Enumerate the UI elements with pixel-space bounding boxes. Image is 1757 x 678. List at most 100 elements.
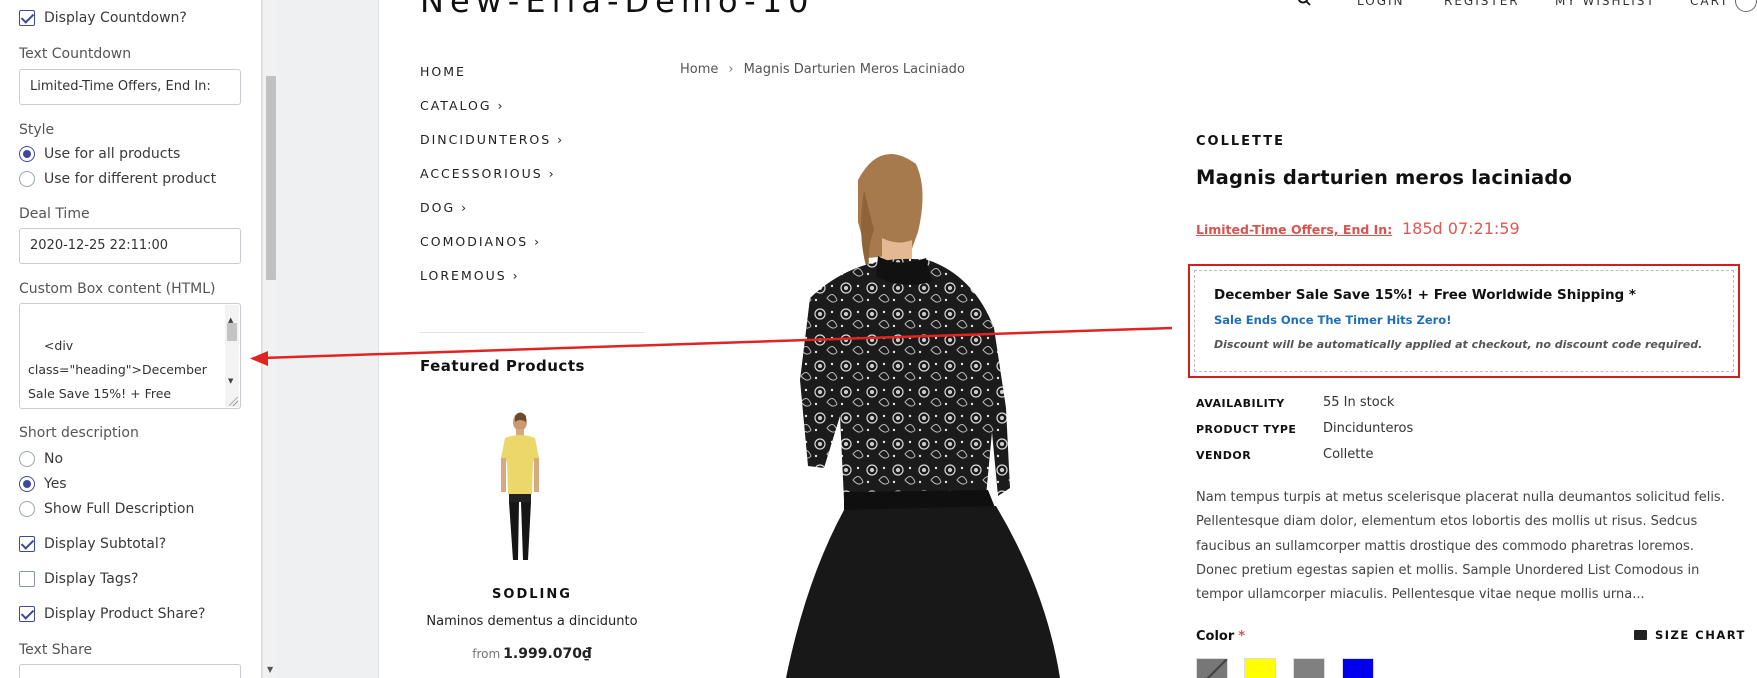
meta-key-vendor: VENDOR — [1196, 449, 1252, 462]
radio-label: No — [44, 451, 64, 467]
custom-box-textarea[interactable]: <div class="heading">December Sale Save … — [19, 303, 241, 409]
promo-heading: December Sale Save 15%! + Free Worldwide… — [1214, 287, 1636, 303]
scroll-down-icon[interactable]: ▼ — [228, 369, 233, 393]
text-countdown-input[interactable]: Limited-Time Offers, End In: — [19, 69, 241, 105]
nav-login[interactable]: LOGIN — [1357, 0, 1405, 8]
checkbox-empty-icon — [19, 571, 35, 587]
product-title: Magnis darturien meros laciniado — [1196, 166, 1573, 189]
product-short-description: Nam tempus turpis at metus scelerisque p… — [1196, 490, 1725, 603]
radio-empty-icon — [19, 451, 35, 467]
short-desc-option-yes[interactable]: Yes — [19, 476, 67, 492]
color-swatch-3[interactable] — [1293, 658, 1325, 678]
short-desc-option-full[interactable]: Show Full Description — [19, 501, 194, 517]
nav-register[interactable]: REGISTER — [1444, 0, 1520, 8]
price-from-label: from — [472, 647, 501, 661]
ruler-icon — [1634, 630, 1647, 640]
promo-note: Discount will be automatically applied a… — [1214, 338, 1703, 351]
radio-empty-icon — [19, 501, 35, 517]
text-share-label: Text Share — [19, 642, 93, 658]
store-preview: New-Ella-Demo-10 LOGIN REGISTER MY WISHL… — [380, 0, 1757, 678]
menu-item-accessorious[interactable]: ACCESSORIOUS › — [420, 166, 556, 181]
breadcrumb: Home › Magnis Darturien Meros Laciniado — [680, 62, 965, 77]
textarea-scrollbar[interactable]: ▲ ▼ — [225, 305, 239, 407]
promo-subheading: Sale Ends Once The Timer Hits Zero! — [1214, 313, 1452, 327]
featured-product-desc: Naminos dementus a dincidunto — [426, 614, 638, 629]
custom-box-label: Custom Box content (HTML) — [19, 281, 216, 297]
display-subtotal-checkbox[interactable]: Display Subtotal? — [19, 536, 166, 552]
countdown-timer: 185d 07:21:59 — [1402, 219, 1520, 238]
size-chart-link[interactable]: SIZE CHART — [1634, 628, 1746, 642]
settings-panel: Display Countdown? Text Countdown Limite… — [0, 0, 262, 678]
cart-count-badge[interactable] — [1735, 0, 1757, 12]
meta-value-product-type[interactable]: Dincidunteros — [1323, 421, 1413, 436]
meta-key-product-type: PRODUCT TYPE — [1196, 423, 1297, 436]
scroll-down-icon[interactable]: ▼ — [267, 665, 273, 674]
radio-label: Use for all products — [44, 146, 181, 162]
checkbox-label: Display Subtotal? — [44, 536, 167, 552]
menu-item-dog[interactable]: DOG › — [420, 200, 468, 215]
product-vendor[interactable]: COLLETTE — [1196, 134, 1285, 149]
meta-value-vendor[interactable]: Collette — [1323, 447, 1373, 462]
promo-box-inner: December Sale Save 15%! + Free Worldwide… — [1194, 270, 1734, 372]
checkbox-label: Display Product Share? — [44, 606, 206, 622]
countdown-label: Limited-Time Offers, End In: — [1196, 222, 1393, 237]
textarea-content: <div class="heading">December Sale Save … — [28, 338, 207, 401]
style-label: Style — [19, 122, 55, 138]
menu-item-catalog[interactable]: CATALOG › — [420, 98, 505, 113]
breadcrumb-home[interactable]: Home — [680, 62, 718, 77]
menu-item-home[interactable]: HOME — [420, 64, 466, 79]
panel-scrollbar[interactable]: ▼ — [262, 0, 277, 678]
color-swatch-1[interactable] — [1196, 658, 1228, 678]
radio-label: Yes — [44, 476, 67, 492]
store-logo[interactable]: New-Ella-Demo-10 — [420, 0, 814, 20]
preview-gutter — [277, 0, 379, 678]
deal-time-input[interactable]: 2020-12-25 22:11:00 — [19, 228, 241, 264]
display-share-checkbox[interactable]: Display Product Share? — [19, 606, 206, 622]
search-icon[interactable] — [1297, 0, 1311, 6]
color-option-label: Color * — [1196, 629, 1245, 644]
color-swatch-2[interactable] — [1244, 658, 1276, 678]
checkbox-label: Display Tags? — [44, 571, 139, 587]
product-main-image[interactable] — [760, 150, 1060, 678]
panel-scroll-thumb[interactable] — [266, 76, 276, 280]
short-desc-option-no[interactable]: No — [19, 451, 63, 467]
text-share-input[interactable] — [19, 664, 241, 678]
price-amount: 1.999.070₫ — [503, 646, 592, 662]
required-marker: * — [1238, 629, 1246, 644]
radio-selected-icon — [19, 146, 35, 162]
featured-product-price: from 1.999.070₫ — [420, 646, 644, 662]
nav-cart[interactable]: CART — [1690, 0, 1729, 8]
radio-label: Use for different product — [44, 171, 217, 187]
featured-products-title: Featured Products — [420, 357, 585, 375]
text-countdown-label: Text Countdown — [19, 46, 132, 62]
featured-product-image[interactable] — [485, 410, 555, 566]
resize-grip-icon[interactable] — [229, 397, 238, 406]
color-label-text: Color — [1196, 629, 1235, 644]
nav-wishlist[interactable]: MY WISHLIST — [1555, 0, 1656, 8]
menu-item-loremous[interactable]: LOREMOUS › — [420, 268, 520, 283]
scroll-thumb[interactable] — [227, 323, 237, 341]
style-option-different[interactable]: Use for different product — [19, 171, 216, 187]
custom-promo-box: December Sale Save 15%! + Free Worldwide… — [1188, 264, 1740, 378]
radio-label: Show Full Description — [44, 501, 195, 517]
style-option-all[interactable]: Use for all products — [19, 146, 180, 162]
menu-item-dincidunteros[interactable]: DINCIDUNTEROS › — [420, 132, 564, 147]
menu-divider — [420, 332, 644, 333]
checkbox-label: Display Countdown? — [44, 10, 187, 26]
short-description-label: Short description — [19, 425, 139, 441]
checkbox-checked-icon — [19, 536, 35, 552]
radio-empty-icon — [19, 171, 35, 187]
menu-item-comodianos[interactable]: COMODIANOS › — [420, 234, 541, 249]
breadcrumb-separator: › — [728, 62, 734, 77]
color-swatch-4[interactable] — [1342, 658, 1374, 678]
radio-selected-icon — [19, 476, 35, 492]
meta-key-availability: AVAILABILITY — [1196, 397, 1285, 410]
featured-product-name[interactable]: SODLING — [420, 587, 644, 602]
checkbox-checked-icon — [19, 10, 35, 26]
display-countdown-checkbox[interactable]: Display Countdown? — [19, 10, 187, 26]
breadcrumb-current: Magnis Darturien Meros Laciniado — [743, 62, 965, 77]
checkbox-checked-icon — [19, 606, 35, 622]
size-chart-label: SIZE CHART — [1655, 628, 1746, 642]
display-tags-checkbox[interactable]: Display Tags? — [19, 571, 138, 587]
deal-time-label: Deal Time — [19, 206, 90, 222]
